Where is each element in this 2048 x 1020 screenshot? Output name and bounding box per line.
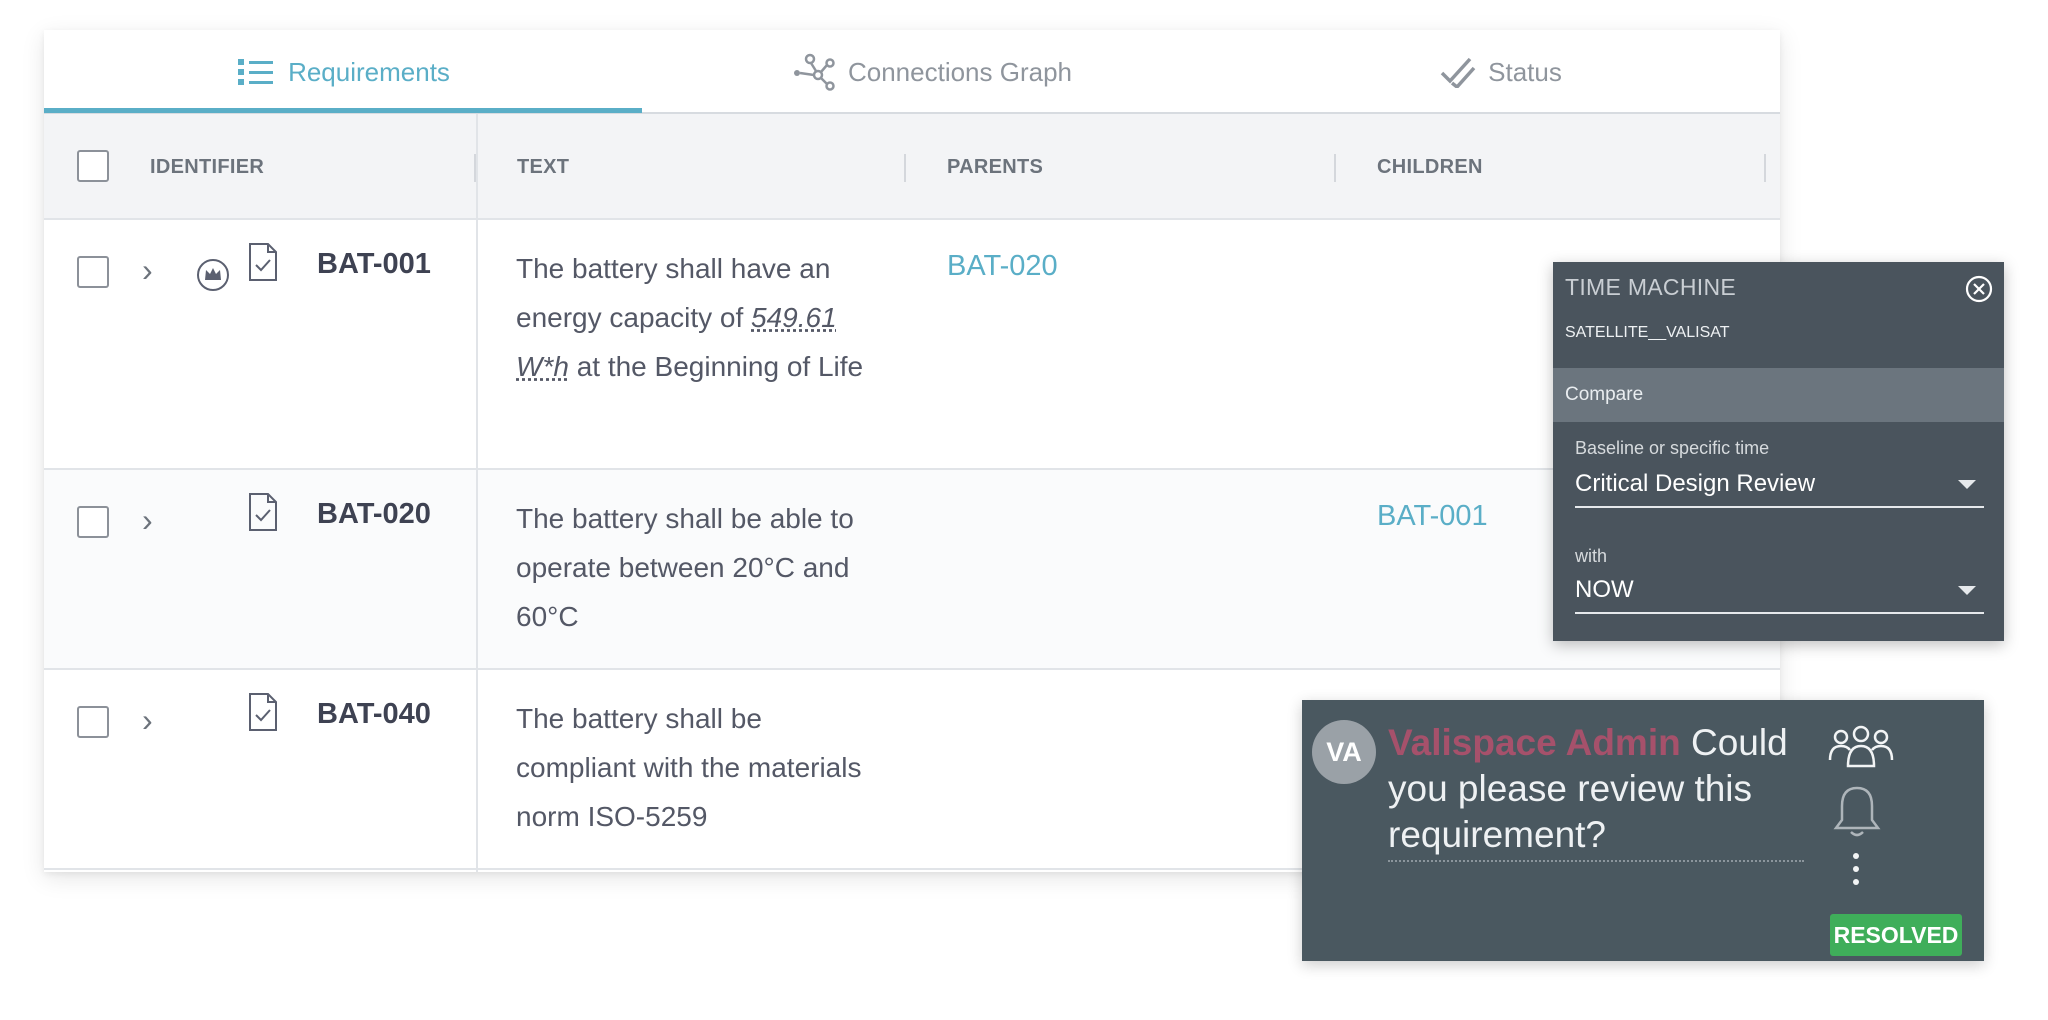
column-resize-handle[interactable] — [1764, 154, 1766, 182]
requirement-identifier[interactable]: BAT-001 — [317, 248, 431, 281]
crown-icon — [196, 258, 230, 297]
column-header-children[interactable]: CHILDREN — [1377, 114, 1483, 220]
row-checkbox[interactable] — [77, 256, 109, 288]
time-machine-panel: TIME MACHINE SATELLITE__VALISAT Compare … — [1553, 262, 2004, 641]
comment-card: VA Valispace Admin Could you please revi… — [1302, 700, 1984, 961]
tab-bar: Requirements Connections Graph Status — [44, 30, 1780, 114]
document-check-icon — [248, 242, 278, 287]
chevron-right-icon[interactable]: › — [142, 504, 153, 536]
time-machine-title: TIME MACHINE — [1565, 274, 1736, 300]
tab-connections-graph[interactable]: Connections Graph — [642, 30, 1222, 114]
table-row[interactable]: › BAT-020 The battery shall be able to o… — [44, 470, 1780, 670]
column-resize-handle[interactable] — [1334, 154, 1336, 182]
baseline-label: Baseline or specific time — [1575, 438, 1770, 458]
column-resize-handle[interactable] — [904, 154, 906, 182]
compare-button[interactable]: Compare — [1553, 368, 2004, 422]
requirement-identifier[interactable]: BAT-020 — [317, 498, 431, 531]
bell-icon[interactable] — [1832, 784, 1882, 843]
more-vertical-icon[interactable] — [1851, 852, 1861, 891]
tab-status-label: Status — [1488, 56, 1562, 87]
comment-message: Valispace Admin Could you please review … — [1388, 720, 1804, 858]
requirement-text: The battery shall have an energy capacit… — [516, 244, 876, 391]
caret-down-icon — [1958, 480, 1976, 489]
comment-divider — [1388, 860, 1804, 862]
with-select-value: NOW — [1575, 576, 1634, 603]
column-header-identifier[interactable]: IDENTIFIER — [150, 114, 264, 220]
requirement-identifier[interactable]: BAT-040 — [317, 698, 431, 731]
double-check-icon — [1440, 56, 1476, 88]
active-tab-indicator — [44, 108, 642, 113]
table-row[interactable]: › BAT-001 The battery shall have an ener… — [44, 220, 1780, 470]
tab-requirements-label: Requirements — [288, 56, 450, 87]
tab-connections-graph-label: Connections Graph — [847, 56, 1073, 87]
avatar: VA — [1312, 720, 1376, 784]
with-label: with — [1575, 546, 1608, 566]
column-header-parents[interactable]: PARENTS — [947, 114, 1043, 220]
baseline-select-value: Critical Design Review — [1575, 470, 1816, 497]
graph-icon — [792, 53, 836, 91]
baseline-select[interactable]: Critical Design Review — [1575, 462, 1984, 508]
document-check-icon — [248, 492, 278, 537]
column-divider — [476, 114, 478, 872]
column-header-text[interactable]: TEXT — [517, 114, 569, 220]
table-header: IDENTIFIER TEXT PARENTS CHILDREN — [44, 114, 1780, 220]
parent-link[interactable]: BAT-020 — [947, 250, 1058, 283]
row-checkbox[interactable] — [77, 706, 109, 738]
requirement-text: The battery shall be able to operate bet… — [516, 503, 854, 632]
list-icon — [236, 56, 276, 88]
tab-requirements[interactable]: Requirements — [44, 30, 642, 114]
document-check-icon — [248, 692, 278, 737]
row-checkbox[interactable] — [77, 506, 109, 538]
users-icon[interactable] — [1828, 724, 1894, 775]
requirement-text: The battery shall be compliant with the … — [516, 703, 862, 832]
requirement-text-after: at the Beginning of Life — [576, 351, 864, 382]
caret-down-icon — [1958, 586, 1976, 595]
child-link[interactable]: BAT-001 — [1377, 500, 1488, 533]
tab-status[interactable]: Status — [1222, 30, 1780, 114]
chevron-right-icon[interactable]: › — [142, 254, 153, 286]
chevron-right-icon[interactable]: › — [142, 704, 153, 736]
close-icon[interactable] — [1964, 274, 1994, 304]
project-name: SATELLITE__VALISAT — [1565, 324, 1730, 341]
comment-author[interactable]: Valispace Admin — [1388, 722, 1681, 763]
select-all-checkbox[interactable] — [77, 150, 109, 182]
resolved-badge[interactable]: RESOLVED — [1830, 914, 1962, 956]
with-select[interactable]: NOW — [1575, 568, 1984, 614]
